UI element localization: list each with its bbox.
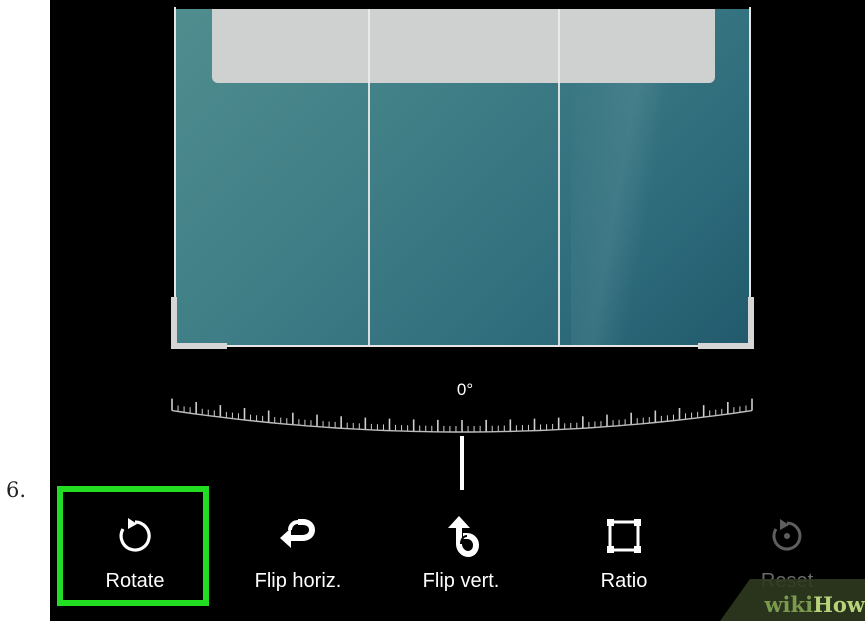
rotation-angle-readout: 0°	[456, 380, 474, 399]
flip-horizontal-button[interactable]: Flip horiz.	[224, 508, 372, 608]
watermark-wiki: wiki	[764, 592, 814, 617]
reset-icon	[772, 519, 802, 551]
step-number: 6.	[6, 478, 27, 502]
preview-card-shape	[212, 9, 715, 83]
ratio-icon	[607, 519, 641, 553]
preview-light-streak	[571, 83, 691, 345]
flip-horizontal-icon	[280, 519, 315, 548]
ratio-button[interactable]: Ratio	[550, 508, 698, 608]
rotate-icon	[119, 518, 151, 552]
flip-vertical-label: Flip vert.	[422, 570, 500, 592]
image-preview	[176, 9, 749, 345]
crop-grid-line-2	[558, 9, 560, 345]
watermark-text: wikiHow	[764, 592, 865, 617]
rotate-label: Rotate	[105, 570, 165, 592]
crop-edge-right	[749, 7, 751, 347]
rotation-dial[interactable]	[168, 398, 756, 492]
wikihow-watermark: wikiHow	[720, 579, 865, 621]
flip-vertical-button[interactable]: Flip vert.	[387, 508, 535, 608]
flip-horizontal-label: Flip horiz.	[254, 570, 342, 592]
photo-editor-screen: 0° Rotate Flip horiz. Flip vert. Ratio w…	[50, 0, 865, 621]
watermark-how: How	[813, 592, 865, 617]
rotate-button[interactable]: Rotate	[61, 508, 209, 608]
flip-vertical-icon	[448, 516, 479, 557]
crop-edge-bottom	[174, 345, 751, 347]
crop-grid-line-1	[368, 9, 370, 345]
rotation-dial-ticks	[171, 398, 753, 433]
ratio-label: Ratio	[600, 570, 648, 592]
rotation-dial-indicator	[460, 436, 464, 490]
